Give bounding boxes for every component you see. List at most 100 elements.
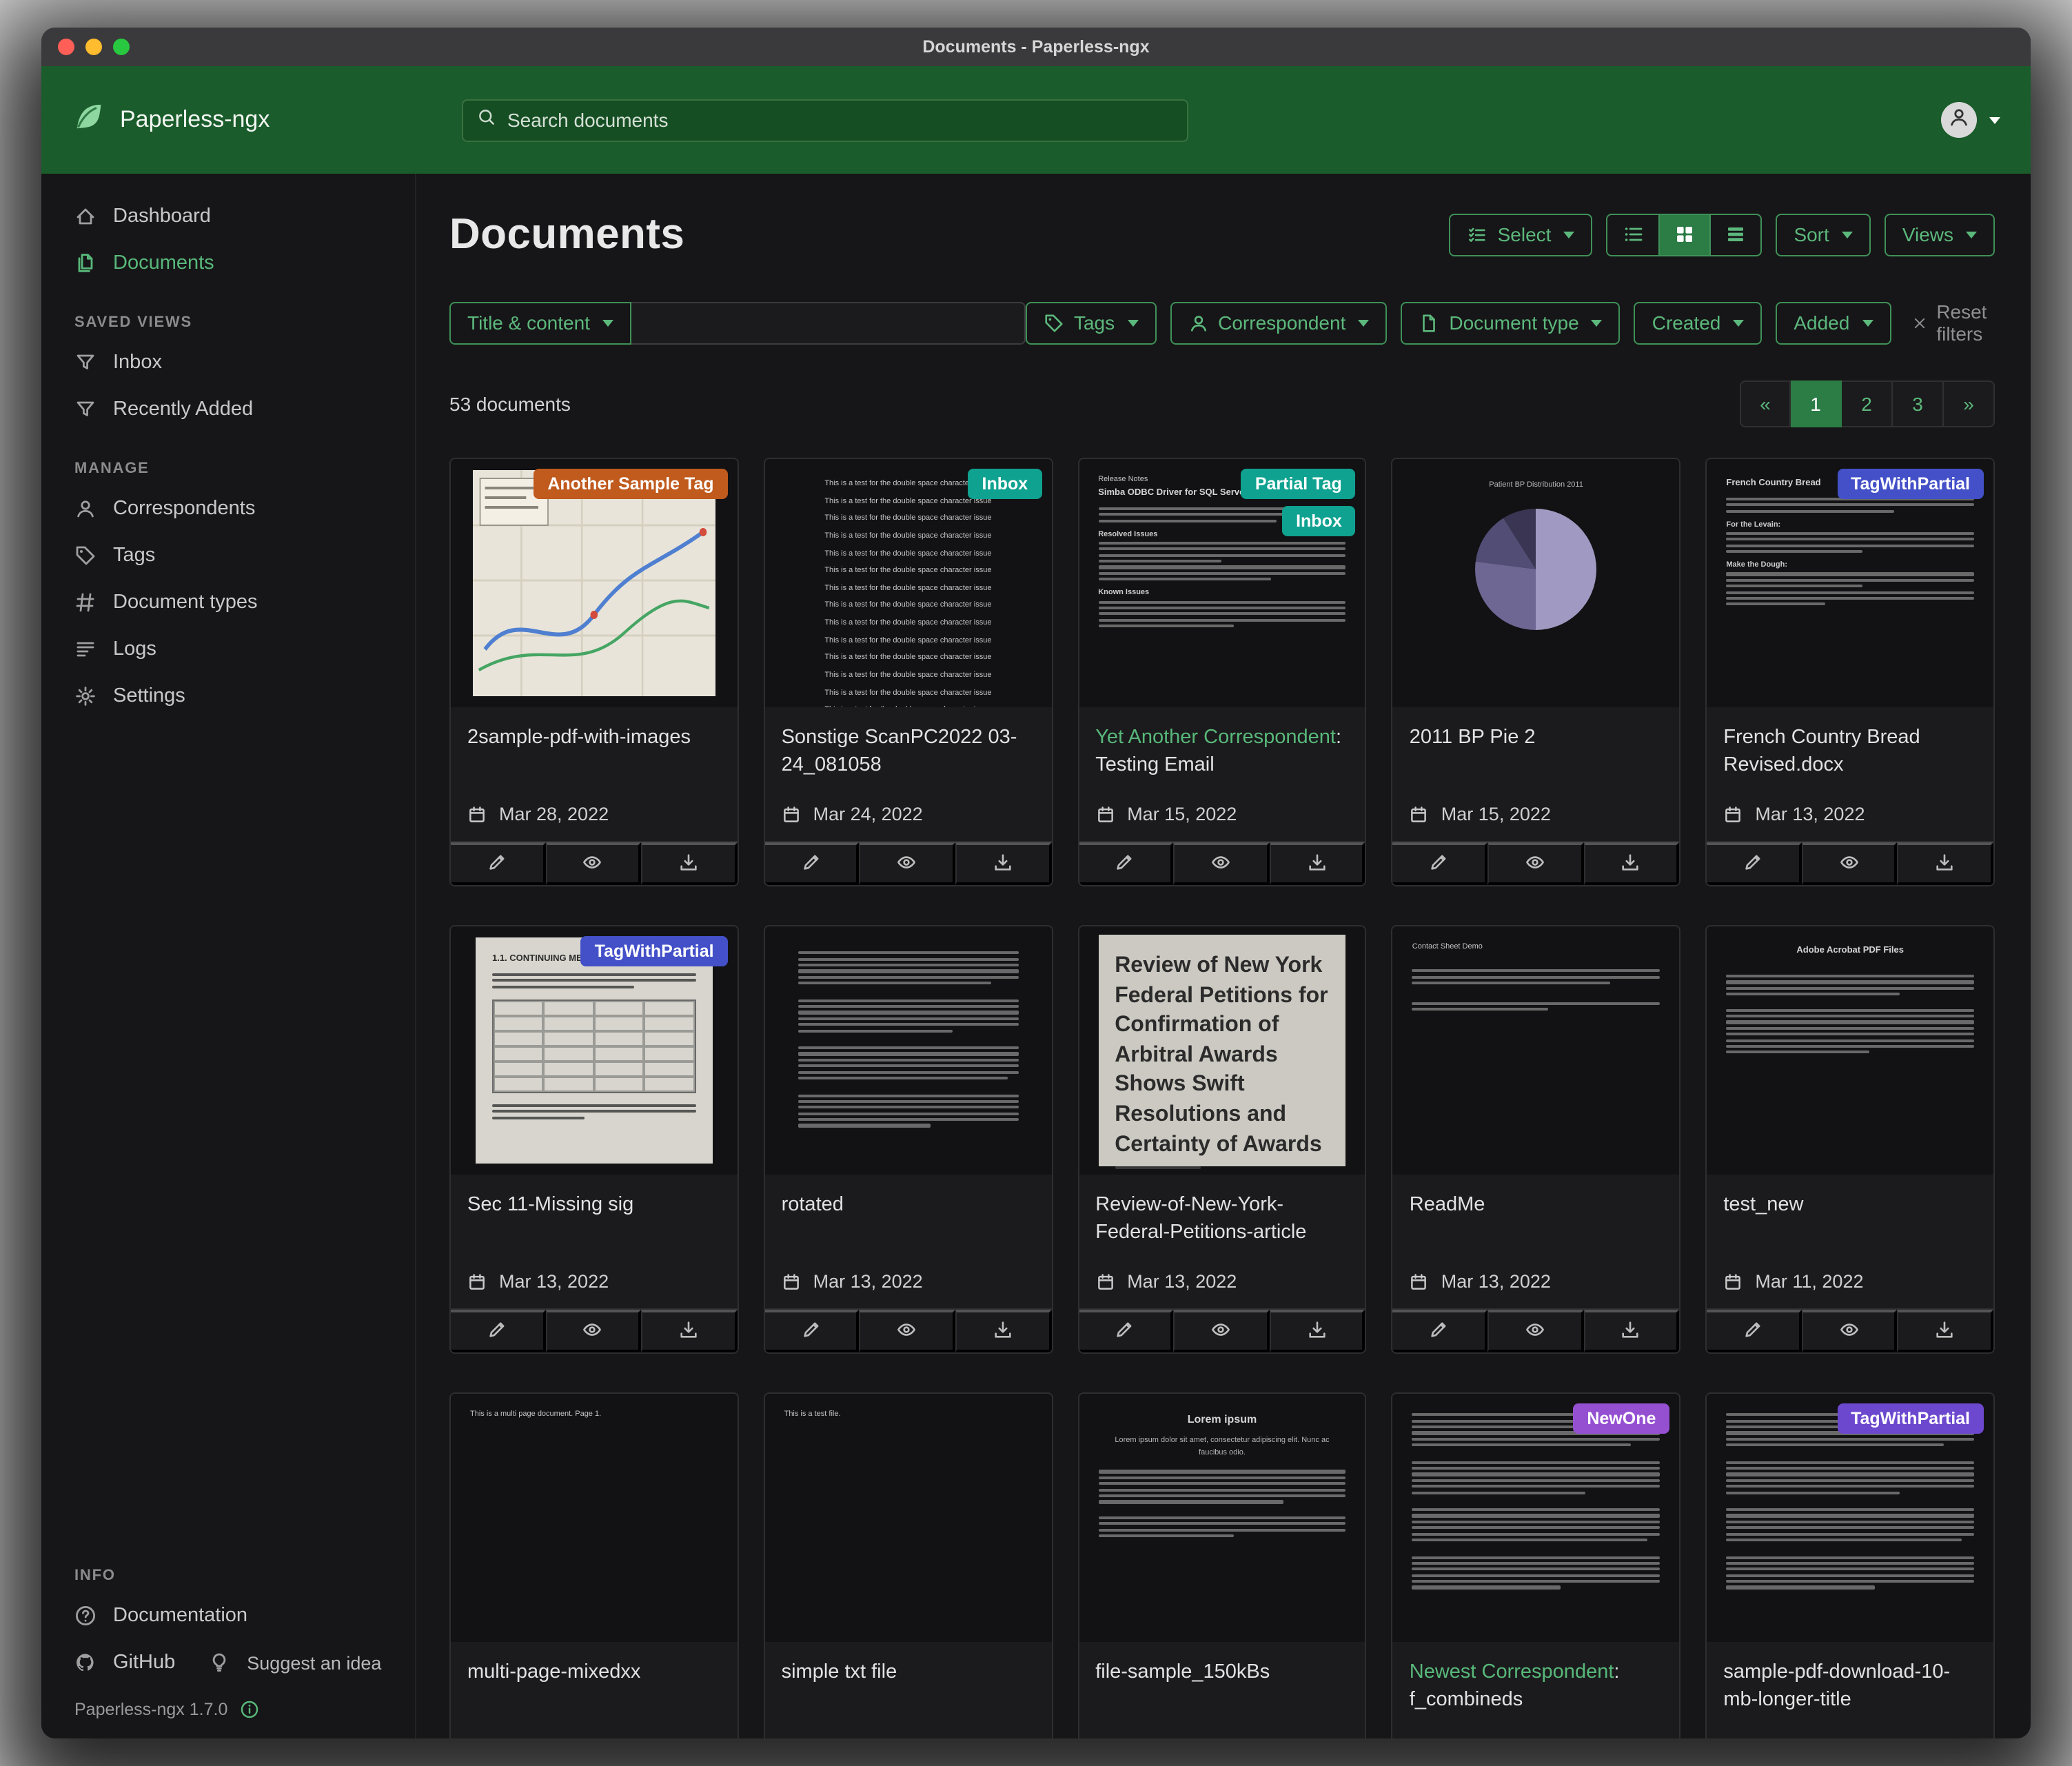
sidebar-item-settings[interactable]: Settings [41,673,415,720]
sidebar-item-dashboard[interactable]: Dashboard [41,193,415,240]
edit-button[interactable] [1079,1310,1173,1352]
preview-button[interactable] [1802,842,1898,885]
document-title[interactable]: test_new [1723,1194,1803,1216]
window-titlebar[interactable]: Documents - Paperless-ngx [41,28,2031,66]
document-title[interactable]: ReadMe [1410,1194,1485,1216]
download-button[interactable] [1270,842,1365,885]
tag-badge[interactable]: Another Sample Tag [534,469,727,499]
info-icon[interactable] [240,1700,259,1719]
tag-badge[interactable]: TagWithPartial [1837,469,1984,499]
sidebar-item-recently-added[interactable]: Recently Added [41,386,415,433]
sidebar-item-documents[interactable]: Documents [41,240,415,287]
document-title[interactable]: Sonstige ScanPC2022 03-24_081058 [782,727,1017,777]
sidebar-item-document-types[interactable]: Document types [41,579,415,626]
document-type-filter-button[interactable]: Document type [1401,301,1620,344]
preview-button[interactable] [1802,1310,1898,1352]
preview-button[interactable] [1487,842,1583,885]
document-title[interactable]: Sec 11-Missing sig [467,1194,633,1216]
document-thumbnail[interactable]: Adobe Acrobat PDF Files [1707,926,1993,1175]
close-button[interactable] [58,39,74,55]
download-button[interactable] [641,842,737,885]
tag-badge[interactable]: Inbox [1282,506,1356,536]
sidebar-item-inbox[interactable]: Inbox [41,339,415,386]
download-button[interactable] [1583,1310,1679,1352]
pagination-page-3[interactable]: 3 [1893,380,1944,427]
edit-button[interactable] [1707,842,1801,885]
pagination-page-1[interactable]: 1 [1791,380,1842,427]
tag-badge[interactable]: Partial Tag [1241,469,1356,499]
correspondent-link[interactable]: Newest Correspondent [1410,1661,1614,1683]
download-button[interactable] [1898,1310,1993,1352]
document-title[interactable]: 2011 BP Pie 2 [1410,727,1536,749]
document-thumbnail[interactable]: This is a test file. [765,1394,1052,1642]
preview-button[interactable] [1487,1310,1583,1352]
document-title[interactable]: Review-of-New-York-Federal-Petitions-art… [1095,1194,1306,1244]
tag-badge[interactable]: Inbox [968,469,1042,499]
document-thumbnail[interactable]: Lorem ipsumLorem ipsum dolor sit amet, c… [1079,1394,1365,1642]
document-thumbnail[interactable]: This is a multi page document. Page 1. [451,1394,738,1642]
sidebar-item-tags[interactable]: Tags [41,532,415,579]
added-filter-button[interactable]: Added [1776,301,1891,344]
document-thumbnail[interactable]: 1.1. CONTINUING MEDICAL EDUCATagWithPart… [451,926,738,1175]
document-title[interactable]: sample-pdf-download-10-mb-longer-title [1723,1661,1950,1712]
pagination-page-2[interactable]: 2 [1842,380,1893,427]
document-thumbnail[interactable]: Another Sample Tag [451,459,738,707]
sidebar-item-correspondents[interactable]: Correspondents [41,485,415,532]
title-content-dropdown[interactable]: Title & content [449,301,631,344]
preview-button[interactable] [860,1310,955,1352]
sidebar-item-documentation[interactable]: Documentation [41,1592,415,1639]
download-button[interactable] [1898,842,1993,885]
created-filter-button[interactable]: Created [1634,301,1763,344]
edit-button[interactable] [1393,1310,1487,1352]
edit-button[interactable] [451,842,545,885]
views-button[interactable]: Views [1885,213,1995,256]
download-button[interactable] [1583,842,1679,885]
document-title[interactable]: 2sample-pdf-with-images [467,727,691,749]
app-brand[interactable]: Paperless-ngx [72,99,382,141]
download-button[interactable] [955,842,1051,885]
preview-button[interactable] [1173,1310,1269,1352]
correspondent-filter-button[interactable]: Correspondent [1170,301,1387,344]
document-thumbnail[interactable]: Review of New York Federal Petitions for… [1079,926,1365,1175]
document-title[interactable]: simple txt file [782,1661,897,1683]
view-grid-button[interactable] [1658,214,1709,254]
sidebar-item-logs[interactable]: Logs [41,626,415,673]
minimize-button[interactable] [85,39,102,55]
pagination-prev[interactable]: « [1740,380,1791,427]
zoom-button[interactable] [113,39,130,55]
tag-badge[interactable]: NewOne [1573,1403,1669,1434]
preview-button[interactable] [545,842,641,885]
download-button[interactable] [641,1310,737,1352]
sidebar-item-suggest-an-idea[interactable]: Suggest an idea [200,1639,406,1686]
preview-button[interactable] [545,1310,641,1352]
document-thumbnail[interactable]: This is a test for the double space char… [765,459,1052,707]
view-list-button[interactable] [1607,214,1658,254]
document-title[interactable]: multi-page-mixedxx [467,1661,640,1683]
document-thumbnail[interactable]: Patient BP Distribution 2011 [1393,459,1680,707]
download-button[interactable] [1270,1310,1365,1352]
document-thumbnail[interactable] [765,926,1052,1175]
document-thumbnail[interactable]: French Country BreadFor the Levain:Make … [1707,459,1993,707]
pagination-next[interactable]: » [1944,380,1995,427]
document-thumbnail[interactable]: NewOne [1393,1394,1680,1642]
document-title[interactable]: file-sample_150kBs [1095,1661,1270,1683]
document-thumbnail[interactable]: TagWithPartial [1707,1394,1993,1642]
edit-button[interactable] [765,842,860,885]
edit-button[interactable] [1393,842,1487,885]
edit-button[interactable] [1079,842,1173,885]
correspondent-link[interactable]: Yet Another Correspondent [1095,727,1336,749]
document-title[interactable]: f_combineds [1410,1689,1523,1712]
download-button[interactable] [955,1310,1051,1352]
sort-button[interactable]: Sort [1776,213,1870,256]
document-title[interactable]: Testing Email [1095,755,1214,777]
document-title[interactable]: rotated [782,1194,844,1216]
document-thumbnail[interactable]: Contact Sheet Demo [1393,926,1680,1175]
document-thumbnail[interactable]: Release NotesSimba ODBC Driver for SQL S… [1079,459,1365,707]
reset-filters[interactable]: Reset filters [1911,301,1995,345]
tags-filter-button[interactable]: Tags [1026,301,1156,344]
edit-button[interactable] [451,1310,545,1352]
tag-badge[interactable]: TagWithPartial [1837,1403,1984,1434]
view-details-button[interactable] [1709,214,1760,254]
tag-badge[interactable]: TagWithPartial [581,936,728,966]
preview-button[interactable] [1173,842,1269,885]
